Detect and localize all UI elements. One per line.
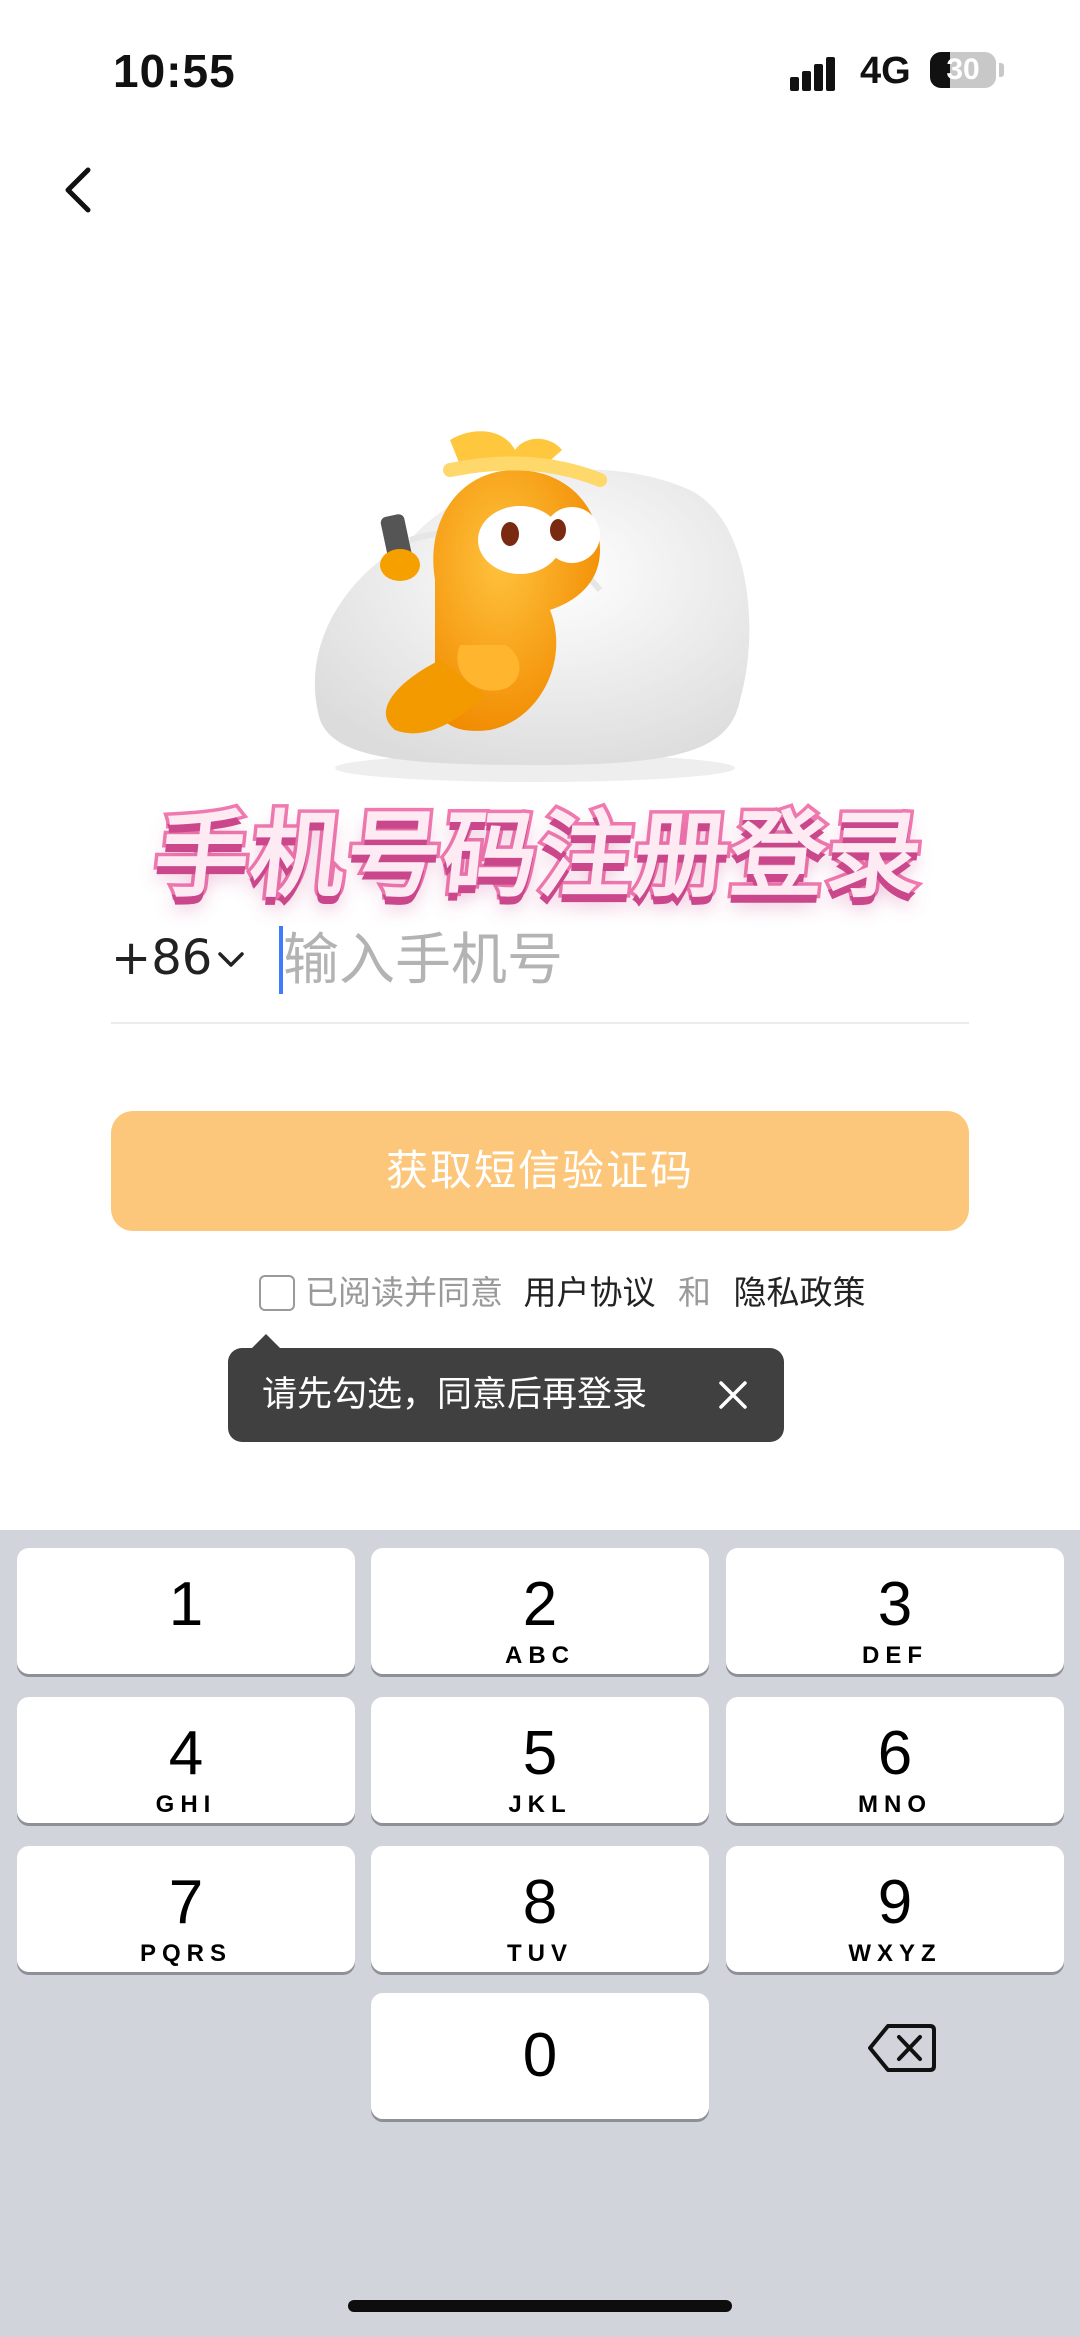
close-icon[interactable] (716, 1378, 750, 1412)
agreement-row: 已阅读并同意 用户协议 和 隐私政策 (0, 1270, 1080, 1322)
key-letters: TUV (507, 1940, 573, 1967)
key-5[interactable]: 5 JKL (371, 1697, 709, 1823)
agreement-prefix: 已阅读并同意 (305, 1273, 503, 1312)
network-type: 4G (860, 50, 911, 92)
key-letters: JKL (508, 1791, 572, 1818)
key-7[interactable]: 7 PQRS (17, 1846, 355, 1972)
key-digit: 0 (522, 2021, 558, 2090)
agreement-connector: 和 (678, 1273, 711, 1312)
tooltip-text: 请先勾选，同意后再登录 (262, 1375, 648, 1415)
key-0[interactable]: 0 (371, 1993, 709, 2119)
key-9[interactable]: 9 WXYZ (726, 1846, 1064, 1972)
key-digit: 4 (168, 1719, 204, 1788)
backspace-icon[interactable] (866, 2020, 938, 2076)
cellular-signal-icon (790, 55, 844, 91)
key-letters: PQRS (139, 1940, 232, 1967)
key-8[interactable]: 8 TUV (371, 1846, 709, 1972)
key-6[interactable]: 6 MNO (726, 1697, 1064, 1823)
key-digit: 3 (877, 1570, 913, 1639)
key-digit: 9 (877, 1868, 913, 1937)
key-digit: 7 (168, 1868, 204, 1937)
country-code[interactable]: +86 (111, 930, 212, 986)
agreement-text: 已阅读并同意 用户协议 和 隐私政策 (305, 1270, 866, 1316)
battery-level: 30 (946, 53, 980, 86)
chevron-left-icon (65, 167, 91, 213)
agreement-checkbox[interactable] (259, 1275, 295, 1311)
privacy-policy-link[interactable]: 隐私政策 (734, 1273, 866, 1312)
status-bar: 10:55 4G 30 (0, 0, 1080, 140)
key-letters: DEF (862, 1642, 928, 1669)
get-sms-code-button[interactable]: 获取短信验证码 (111, 1111, 969, 1231)
page-title: 手机号码注册登录 (146, 799, 932, 915)
home-indicator[interactable] (348, 2300, 732, 2312)
key-letters: WXYZ (848, 1940, 942, 1967)
key-letters: MNO (858, 1791, 932, 1818)
back-button[interactable] (50, 160, 110, 220)
status-time: 10:55 (113, 45, 236, 97)
key-2[interactable]: 2 ABC (371, 1548, 709, 1674)
key-digit: 2 (522, 1570, 558, 1639)
key-digit: 5 (522, 1719, 558, 1788)
battery-tip (999, 63, 1004, 77)
key-4[interactable]: 4 GHI (17, 1697, 355, 1823)
key-digit: 6 (877, 1719, 913, 1788)
key-digit: 8 (522, 1868, 558, 1937)
mascot-illustration (300, 430, 760, 790)
user-agreement-link[interactable]: 用户协议 (524, 1273, 656, 1312)
battery-icon: 30 (930, 52, 996, 88)
key-letters: ABC (505, 1642, 575, 1669)
chevron-down-icon[interactable] (214, 948, 248, 972)
key-digit: 1 (168, 1570, 204, 1639)
phone-input-row: +86 (111, 918, 969, 1024)
agreement-tooltip: 请先勾选，同意后再登录 (228, 1334, 784, 1442)
key-3[interactable]: 3 DEF (726, 1548, 1064, 1674)
phone-number-input[interactable] (283, 922, 933, 998)
key-1[interactable]: 1 (17, 1548, 355, 1674)
key-letters: GHI (155, 1791, 217, 1818)
